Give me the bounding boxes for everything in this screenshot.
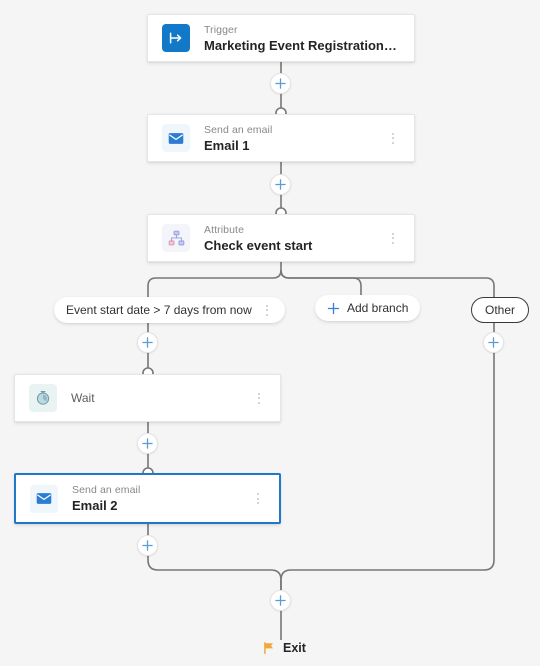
add-branch-label: Add branch (347, 301, 409, 315)
branch-other-pill[interactable]: Other (471, 297, 530, 323)
node-overflow-menu-button[interactable] (386, 127, 400, 149)
node-text: Trigger Marketing Event Registration Cre… (204, 23, 400, 54)
connector-lines (142, 62, 495, 640)
hierarchy-icon (162, 224, 190, 252)
flag-icon (262, 641, 276, 655)
node-text: Attribute Check event start (204, 223, 378, 254)
node-title-label: Email 1 (204, 137, 250, 153)
branch-overflow-menu-button[interactable] (261, 304, 273, 316)
node-title-label: Check event start (204, 237, 313, 253)
envelope-icon (30, 484, 58, 513)
node-title-label: Marketing Event Registration Created (204, 37, 400, 53)
add-step-button-after-wait[interactable] (137, 433, 158, 454)
envelope-icon (162, 124, 190, 152)
node-exit[interactable]: Exit (262, 641, 306, 655)
node-overflow-menu-button[interactable] (386, 227, 400, 249)
exit-label: Exit (283, 641, 306, 655)
node-attribute[interactable]: Attribute Check event start (147, 214, 415, 262)
add-step-button-branch-condition[interactable] (137, 332, 158, 353)
node-trigger[interactable]: Trigger Marketing Event Registration Cre… (147, 14, 415, 62)
node-kind-label: Trigger (204, 23, 238, 36)
add-step-button-after-email2[interactable] (137, 535, 158, 556)
workflow-canvas: Trigger Marketing Event Registration Cre… (0, 0, 540, 666)
timer-icon (29, 384, 57, 412)
branch-condition-label: Event start date > 7 days from now (66, 303, 252, 317)
node-kind-label: Attribute (204, 223, 245, 236)
node-title-label: Wait (71, 390, 95, 405)
add-step-button-before-exit[interactable] (270, 590, 291, 611)
add-step-button-after-email1[interactable] (270, 174, 291, 195)
node-text: Send an email Email 1 (204, 123, 378, 154)
add-branch-button[interactable]: Add branch (315, 295, 421, 321)
node-send-an-email-2[interactable]: Send an email Email 2 (14, 473, 281, 524)
branch-condition-pill[interactable]: Event start date > 7 days from now (54, 297, 285, 323)
add-step-button-branch-other[interactable] (483, 332, 504, 353)
trigger-arrow-icon (162, 24, 190, 52)
node-wait[interactable]: Wait (14, 374, 281, 422)
node-kind-label: Send an email (72, 484, 141, 496)
add-step-button-after-trigger[interactable] (270, 73, 291, 94)
node-overflow-menu-button[interactable] (252, 387, 266, 409)
node-send-an-email-1[interactable]: Send an email Email 1 (147, 114, 415, 162)
node-overflow-menu-button[interactable] (251, 488, 265, 510)
node-text: Send an email Email 2 (72, 483, 243, 514)
node-kind-label: Send an email (204, 123, 273, 136)
plus-icon (327, 302, 340, 315)
node-text: Wait (71, 390, 244, 407)
branch-other-label: Other (485, 303, 516, 317)
node-title-label: Email 2 (72, 498, 118, 513)
